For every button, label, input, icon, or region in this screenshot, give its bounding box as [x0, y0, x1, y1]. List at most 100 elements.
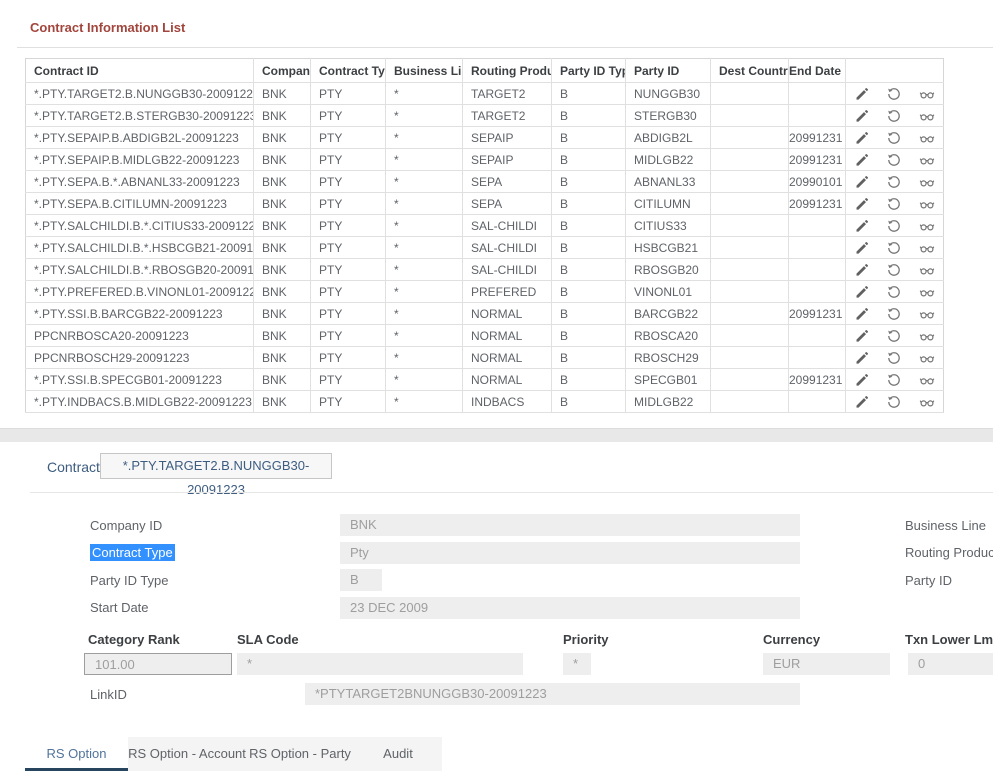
view-glasses-icon[interactable] [919, 350, 935, 366]
restore-icon[interactable] [886, 196, 902, 212]
cell-end-date [789, 259, 846, 281]
tab-audit[interactable]: Audit [354, 737, 442, 771]
view-glasses-icon[interactable] [919, 174, 935, 190]
table-row[interactable]: *.PTY.SALCHILDI.B.*.CITIUS33-20091222 BN… [26, 215, 944, 237]
restore-icon[interactable] [886, 350, 902, 366]
currency-field[interactable]: EUR [763, 653, 890, 675]
cell-end-date [789, 391, 846, 413]
edit-pencil-icon[interactable] [854, 196, 870, 212]
view-glasses-icon[interactable] [919, 394, 935, 410]
restore-icon[interactable] [886, 152, 902, 168]
edit-pencil-icon[interactable] [854, 86, 870, 102]
restore-icon[interactable] [886, 284, 902, 300]
restore-icon[interactable] [886, 262, 902, 278]
edit-pencil-icon[interactable] [854, 152, 870, 168]
table-row[interactable]: PPCNRBOSCH29-20091223 BNK PTY * NORMAL B… [26, 347, 944, 369]
selected-contract-chip[interactable]: *.PTY.TARGET2.B.NUNGGB30-20091223 [100, 453, 332, 479]
tab-rs-option-party[interactable]: RS Option - Party [246, 737, 354, 771]
cell-party-id-type: B [552, 127, 626, 149]
restore-icon[interactable] [886, 174, 902, 190]
txn-lower-lmt-field[interactable]: 0 [908, 653, 993, 675]
cell-party-id: ABDIGB2L [626, 127, 711, 149]
cell-contract-type: PTY [311, 215, 386, 237]
cell-company: BNK [254, 347, 311, 369]
edit-pencil-icon[interactable] [854, 262, 870, 278]
link-id-field[interactable]: *PTYTARGET2BNUNGGB30-20091223 [305, 683, 800, 705]
cell-routing-product: SEPAIP [463, 149, 552, 171]
table-row[interactable]: *.PTY.SALCHILDI.B.*.HSBCGB21-20091222 BN… [26, 237, 944, 259]
table-row[interactable]: *.PTY.INDBACS.B.MIDLGB22-20091223 BNK PT… [26, 391, 944, 413]
table-row[interactable]: *.PTY.SEPAIP.B.ABDIGB2L-20091223 BNK PTY… [26, 127, 944, 149]
edit-pencil-icon[interactable] [854, 284, 870, 300]
cell-actions [846, 369, 944, 391]
cell-party-id: MIDLGB22 [626, 149, 711, 171]
view-glasses-icon[interactable] [919, 86, 935, 102]
view-glasses-icon[interactable] [919, 108, 935, 124]
cell-actions [846, 391, 944, 413]
table-row[interactable]: *.PTY.SEPAIP.B.MIDLGB22-20091223 BNK PTY… [26, 149, 944, 171]
view-glasses-icon[interactable] [919, 284, 935, 300]
view-glasses-icon[interactable] [919, 328, 935, 344]
start-date-field[interactable]: 23 DEC 2009 [340, 597, 800, 619]
contract-type-field[interactable]: Pty [340, 542, 800, 564]
edit-pencil-icon[interactable] [854, 394, 870, 410]
priority-field[interactable]: * [563, 653, 591, 675]
table-row[interactable]: *.PTY.TARGET2.B.NUNGGB30-20091223 BNK PT… [26, 83, 944, 105]
table-row[interactable]: *.PTY.SSI.B.SPECGB01-20091223 BNK PTY * … [26, 369, 944, 391]
restore-icon[interactable] [886, 306, 902, 322]
cell-contract-type: PTY [311, 325, 386, 347]
cell-business-line: * [386, 369, 463, 391]
cell-party-id-type: B [552, 193, 626, 215]
tab-rs-option[interactable]: RS Option [25, 737, 128, 771]
cell-contract-type: PTY [311, 127, 386, 149]
cell-party-id: RBOSGB20 [626, 259, 711, 281]
cell-contract-type: PTY [311, 303, 386, 325]
cell-routing-product: NORMAL [463, 303, 552, 325]
table-row[interactable]: *.PTY.SALCHILDI.B.*.RBOSGB20-20091222 BN… [26, 259, 944, 281]
cell-company: BNK [254, 369, 311, 391]
table-row[interactable]: *.PTY.PREFERED.B.VINONL01-20091223 BNK P… [26, 281, 944, 303]
restore-icon[interactable] [886, 108, 902, 124]
table-row[interactable]: *.PTY.SSI.B.BARCGB22-20091223 BNK PTY * … [26, 303, 944, 325]
view-glasses-icon[interactable] [919, 152, 935, 168]
view-glasses-icon[interactable] [919, 240, 935, 256]
category-rank-label: Category Rank [88, 632, 180, 647]
edit-pencil-icon[interactable] [854, 174, 870, 190]
edit-pencil-icon[interactable] [854, 108, 870, 124]
edit-pencil-icon[interactable] [854, 218, 870, 234]
table-row[interactable]: *.PTY.SEPA.B.CITILUMN-20091223 BNK PTY *… [26, 193, 944, 215]
edit-pencil-icon[interactable] [854, 306, 870, 322]
restore-icon[interactable] [886, 394, 902, 410]
table-row[interactable]: *.PTY.SEPA.B.*.ABNANL33-20091223 BNK PTY… [26, 171, 944, 193]
restore-icon[interactable] [886, 86, 902, 102]
view-glasses-icon[interactable] [919, 372, 935, 388]
cell-actions [846, 193, 944, 215]
restore-icon[interactable] [886, 218, 902, 234]
restore-icon[interactable] [886, 328, 902, 344]
table-row[interactable]: PPCNRBOSCA20-20091223 BNK PTY * NORMAL B… [26, 325, 944, 347]
restore-icon[interactable] [886, 372, 902, 388]
view-glasses-icon[interactable] [919, 196, 935, 212]
edit-pencil-icon[interactable] [854, 240, 870, 256]
sla-code-field[interactable]: * [237, 653, 523, 675]
tab-rs-option-label: RS Option [47, 746, 107, 761]
view-glasses-icon[interactable] [919, 130, 935, 146]
edit-pencil-icon[interactable] [854, 350, 870, 366]
edit-pencil-icon[interactable] [854, 130, 870, 146]
view-glasses-icon[interactable] [919, 262, 935, 278]
cell-company: BNK [254, 83, 311, 105]
edit-pencil-icon[interactable] [854, 328, 870, 344]
edit-pencil-icon[interactable] [854, 372, 870, 388]
cell-dest-country [711, 281, 789, 303]
restore-icon[interactable] [886, 130, 902, 146]
cell-contract-id: *.PTY.SEPAIP.B.MIDLGB22-20091223 [26, 149, 254, 171]
view-glasses-icon[interactable] [919, 306, 935, 322]
tab-rs-option-account[interactable]: RS Option - Account [128, 737, 246, 771]
company-id-field[interactable]: BNK [340, 514, 800, 536]
restore-icon[interactable] [886, 240, 902, 256]
category-rank-field[interactable]: 101.00 [84, 653, 232, 675]
cell-end-date: 20991231 [789, 303, 846, 325]
table-row[interactable]: *.PTY.TARGET2.B.STERGB30-20091223 BNK PT… [26, 105, 944, 127]
view-glasses-icon[interactable] [919, 218, 935, 234]
party-id-type-field[interactable]: B [340, 569, 382, 591]
